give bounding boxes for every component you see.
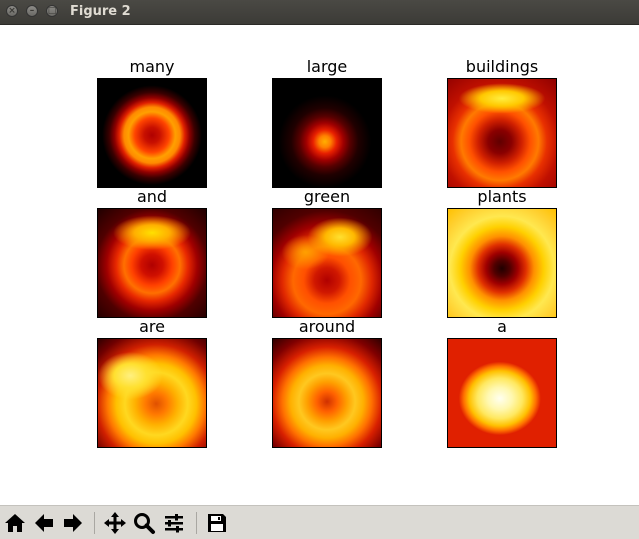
window-minimize-button[interactable]: – [26, 5, 38, 17]
figure-canvas[interactable]: many large buildings and green plants ar… [0, 25, 639, 505]
heatmap-image [447, 208, 557, 318]
save-button[interactable] [204, 510, 230, 536]
subplot-title: are [139, 317, 165, 336]
subplot-title: buildings [465, 57, 539, 76]
configure-subplots-icon [165, 514, 183, 533]
home-icon [5, 514, 25, 532]
heatmap-image [447, 78, 557, 188]
subplot-title: and [136, 187, 168, 206]
subplot-title: a [497, 317, 507, 336]
window-maximize-button[interactable]: □ [46, 5, 58, 17]
back-button[interactable] [31, 510, 57, 536]
toolbar-separator [94, 512, 95, 534]
navigation-toolbar [0, 505, 639, 539]
configure-subplots-button[interactable] [161, 510, 187, 536]
window-title: Figure 2 [70, 4, 131, 19]
pan-button[interactable] [102, 510, 128, 536]
save-icon [208, 514, 226, 532]
subplot-title: around [298, 317, 356, 336]
heatmap-image [447, 338, 557, 448]
subplot-title: large [306, 57, 348, 76]
subplot-title: many [129, 57, 175, 76]
forward-arrow-icon [64, 514, 82, 532]
subplot-title: plants [477, 187, 527, 206]
heatmap-image [97, 208, 207, 318]
zoom-icon [134, 513, 155, 534]
subplot-title: green [303, 187, 351, 206]
zoom-button[interactable] [131, 510, 157, 536]
window-close-button[interactable]: × [6, 5, 18, 17]
window-titlebar: × – □ Figure 2 [0, 0, 639, 25]
pan-icon [104, 512, 126, 534]
heatmap-image [272, 208, 382, 318]
forward-button[interactable] [60, 510, 86, 536]
heatmap-image [272, 78, 382, 188]
home-button[interactable] [2, 510, 28, 536]
heatmap-image [97, 78, 207, 188]
toolbar-separator [196, 512, 197, 534]
back-arrow-icon [35, 514, 53, 532]
heatmap-image [97, 338, 207, 448]
heatmap-image [272, 338, 382, 448]
